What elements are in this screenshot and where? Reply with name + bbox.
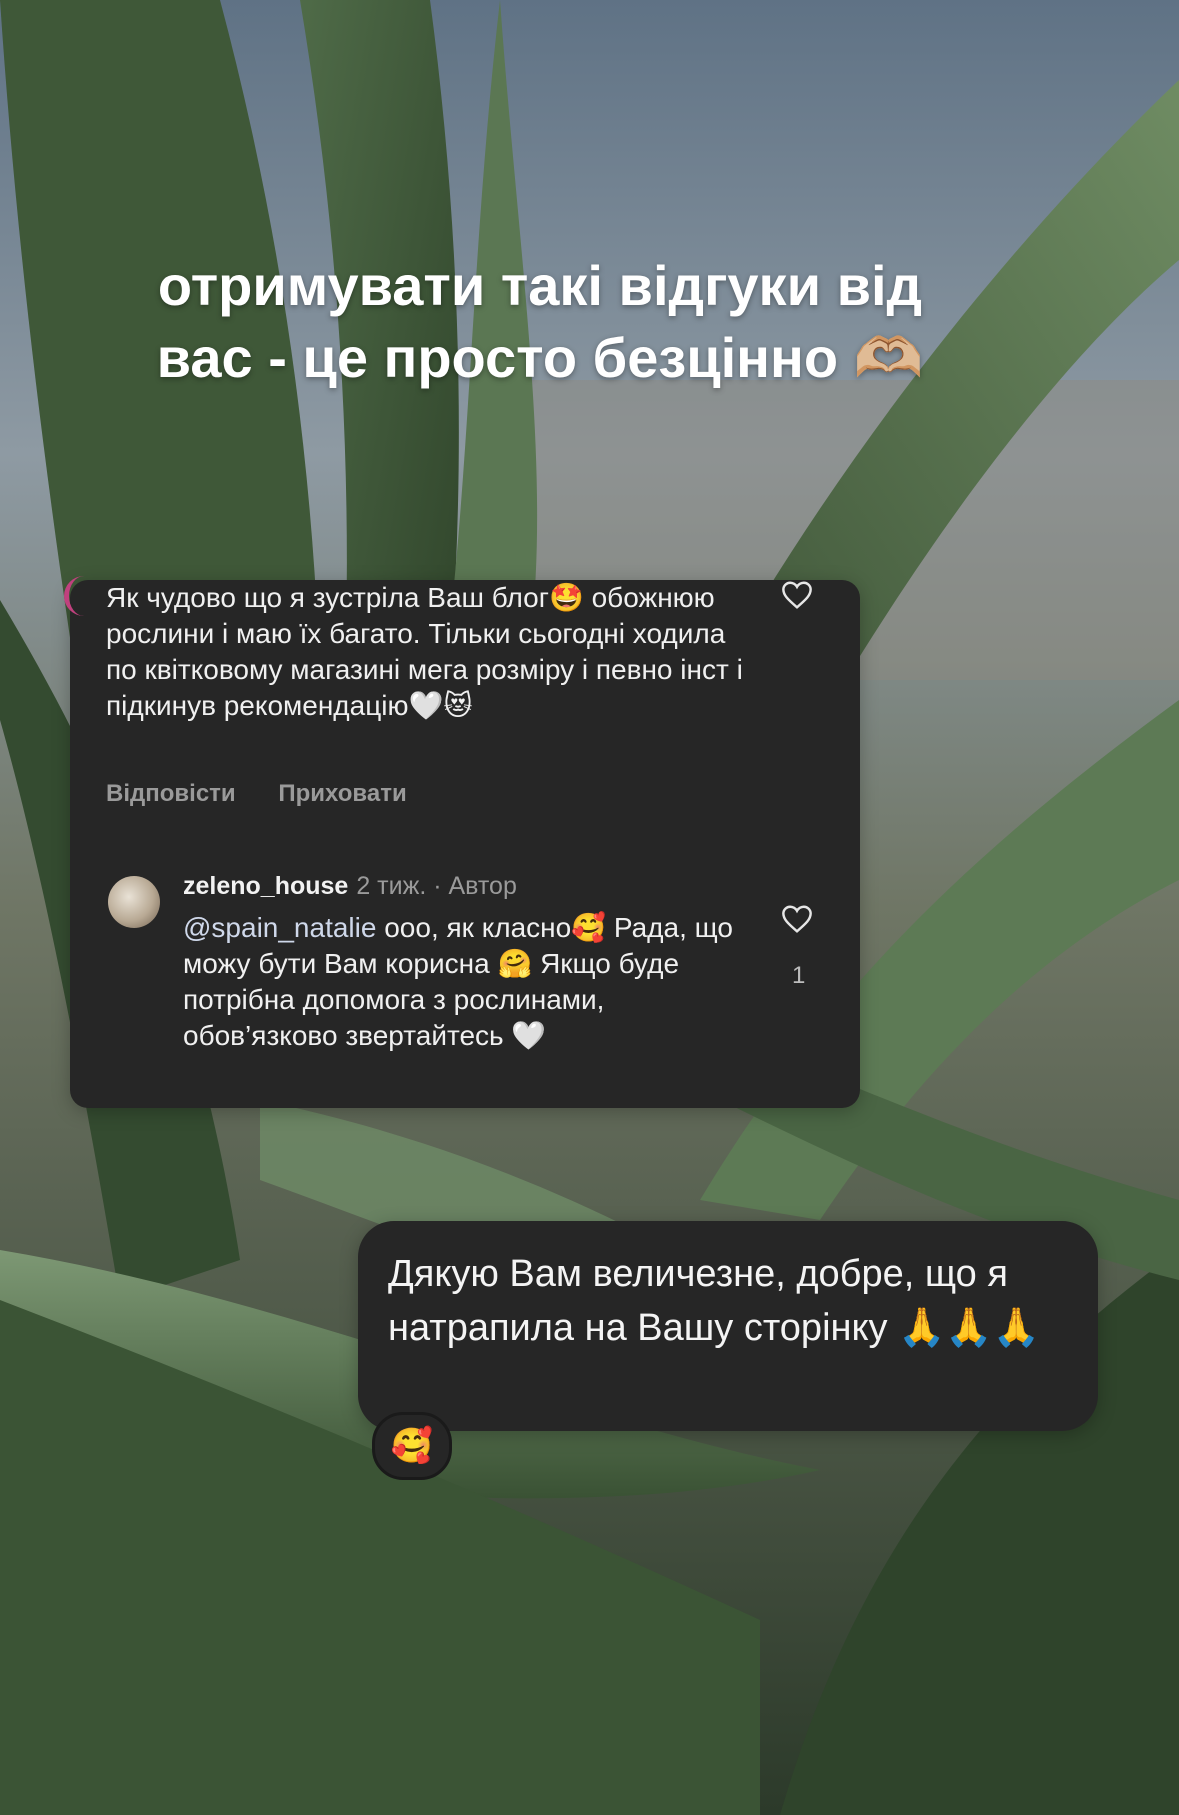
like-count: 1 <box>792 962 806 989</box>
reply-header: zeleno_house 2 тиж. · Автор <box>183 872 517 901</box>
story-headline: отримувати такі відгуки від вас - це про… <box>40 250 1040 394</box>
reply-meta: 2 тиж. · Автор <box>356 872 517 900</box>
direct-message-bubble: Дякую Вам величезне, добре, що я натрапи… <box>358 1221 1098 1431</box>
heart-outline-icon[interactable] <box>780 580 814 610</box>
reply-button[interactable]: Відповісти <box>106 780 236 807</box>
headline-line-2: вас - це просто безцінно 🫶🏼 <box>156 326 924 389</box>
reply-mention[interactable]: @spain_natalie <box>183 912 376 943</box>
reply-username[interactable]: zeleno_house <box>183 872 348 900</box>
story-screen: отримувати такі відгуки від вас - це про… <box>0 0 1179 1815</box>
heart-outline-icon[interactable] <box>780 904 814 934</box>
message-reaction[interactable]: 🥰 <box>372 1412 452 1480</box>
reply-text: @spain_natalie ооо, як класно🥰 Рада, що … <box>183 910 743 1054</box>
comment-text: Як чудово що я зустріла Ваш блог🤩 обожню… <box>106 582 743 721</box>
avatar[interactable] <box>108 876 160 928</box>
comment-actions: Відповісти Приховати <box>106 780 443 808</box>
message-text: Дякую Вам величезне, добре, що я натрапи… <box>388 1253 1041 1349</box>
comment-screenshot-card: Як чудово що я зустріла Ваш блог🤩 обожню… <box>64 576 860 1108</box>
headline-line-1: отримувати такі відгуки від <box>157 254 923 317</box>
hide-button[interactable]: Приховати <box>278 780 406 807</box>
